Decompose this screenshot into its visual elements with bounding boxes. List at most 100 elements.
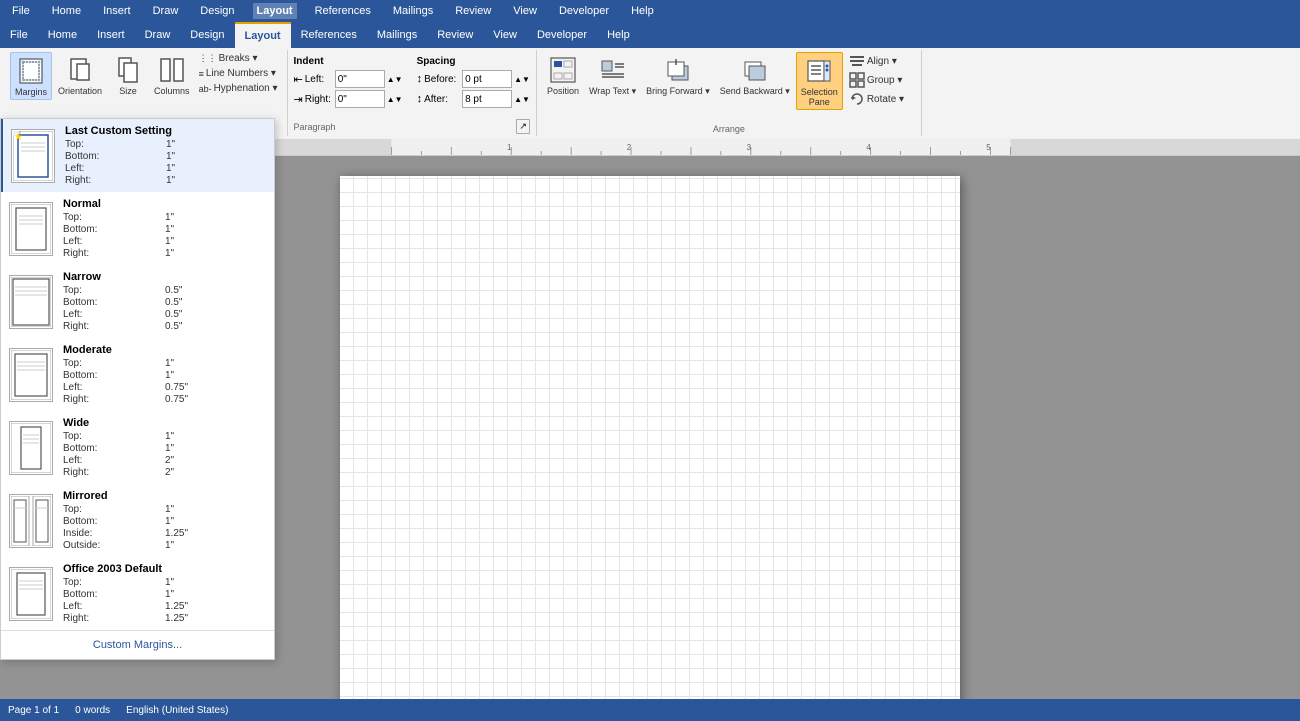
language: English (United States)	[126, 705, 228, 716]
tab-references[interactable]: References	[291, 22, 367, 48]
margin-item-wide[interactable]: Wide Top:1" Bottom:1" Left:2" Right:2"	[1, 411, 274, 484]
margin-text-moderate: Moderate Top:1" Bottom:1" Left:0.75" Rig…	[63, 344, 266, 405]
columns-button[interactable]: Columns	[150, 52, 194, 98]
indent-right-icon: ⇥	[294, 93, 303, 106]
status-bar: Page 1 of 1 0 words English (United Stat…	[0, 699, 1300, 721]
svg-text:3: 3	[747, 142, 752, 151]
indent-right-input[interactable]	[335, 90, 385, 108]
margin-item-mirrored[interactable]: Mirrored Top:1" Bottom:1" Inside:1.25" O…	[1, 484, 274, 557]
send-backward-icon	[739, 54, 771, 86]
margin-text-office2003: Office 2003 Default Top:1" Bottom:1" Lef…	[63, 563, 266, 624]
spacing-section: Spacing ↕ Before: ▲▼ ↕ After: ▲▼	[417, 56, 530, 108]
spacing-before-spinner[interactable]: ▲▼	[514, 75, 530, 84]
send-backward-button[interactable]: Send Backward ▾	[716, 52, 794, 99]
wide-details: Top:1" Bottom:1" Left:2" Right:2"	[63, 431, 266, 478]
tab-draw[interactable]: Draw	[135, 22, 181, 48]
columns-label: Columns	[154, 86, 190, 96]
hyphenation-button[interactable]: ab- Hyphenation ▾	[196, 82, 281, 95]
indent-left-spinner[interactable]: ▲▼	[387, 75, 403, 84]
menu-mailings[interactable]: Mailings	[389, 3, 437, 19]
position-icon	[547, 54, 579, 86]
tab-file[interactable]: File	[0, 22, 38, 48]
selection-pane-button[interactable]: SelectionPane	[796, 52, 843, 110]
ribbon-tabs: File Home Insert Draw Design Layout Refe…	[0, 22, 1300, 48]
margins-button[interactable]: Margins	[10, 52, 52, 100]
paragraph-dialog-launcher[interactable]: ↗	[516, 119, 530, 134]
tab-layout[interactable]: Layout	[235, 22, 291, 48]
margin-item-normal[interactable]: Normal Top:1" Bottom:1" Left:1" Right:1"	[1, 192, 274, 265]
orientation-label: Orientation	[58, 86, 102, 96]
align-button[interactable]: Align ▾	[845, 52, 915, 70]
indent-left-input[interactable]	[335, 70, 385, 88]
margin-item-office2003[interactable]: Office 2003 Default Top:1" Bottom:1" Lef…	[1, 557, 274, 630]
orientation-icon	[64, 54, 96, 86]
spacing-heading: Spacing	[417, 56, 530, 67]
orientation-button[interactable]: Orientation	[54, 52, 106, 98]
menu-developer[interactable]: Developer	[555, 3, 613, 19]
position-button[interactable]: Position	[543, 52, 583, 98]
tab-insert[interactable]: Insert	[87, 22, 135, 48]
menu-view[interactable]: View	[509, 3, 541, 19]
rotate-label: Rotate ▾	[867, 94, 904, 105]
columns-icon	[156, 54, 188, 86]
menu-references[interactable]: References	[311, 3, 375, 19]
wrap-text-button[interactable]: Wrap Text ▾	[585, 52, 640, 99]
group-label: Group ▾	[867, 75, 903, 86]
bring-forward-button[interactable]: Bring Forward ▾	[642, 52, 714, 99]
margin-text-narrow: Narrow Top:0.5" Bottom:0.5" Left:0.5" Ri…	[63, 271, 266, 332]
rotate-button[interactable]: Rotate ▾	[845, 90, 915, 108]
spacing-before-input[interactable]	[462, 70, 512, 88]
menu-help[interactable]: Help	[627, 3, 658, 19]
margins-label: Margins	[15, 87, 47, 97]
line-numbers-button[interactable]: ≡ Line Numbers ▾	[196, 67, 281, 80]
menu-layout[interactable]: Layout	[253, 3, 297, 19]
custom-margins-label: Custom Margins...	[93, 639, 182, 651]
moderate-title: Moderate	[63, 344, 266, 356]
spacing-after-icon: ↕	[417, 93, 423, 105]
margin-icon-normal	[9, 202, 53, 256]
margin-icon-mirrored	[9, 494, 53, 548]
indent-right-spinner[interactable]: ▲▼	[387, 95, 403, 104]
custom-margins-button[interactable]: Custom Margins...	[1, 630, 274, 659]
menu-insert[interactable]: Insert	[99, 3, 135, 19]
margin-icon-narrow	[9, 275, 53, 329]
size-label: Size	[119, 86, 137, 96]
margin-item-last-custom[interactable]: ★ Last Custom Setting Top:1" Bottom:1" L…	[1, 119, 274, 192]
narrow-details: Top:0.5" Bottom:0.5" Left:0.5" Right:0.5…	[63, 285, 266, 332]
line-numbers-label: Line Numbers ▾	[206, 68, 276, 79]
margins-dropdown: ★ Last Custom Setting Top:1" Bottom:1" L…	[0, 118, 275, 660]
group-button[interactable]: Group ▾	[845, 71, 915, 89]
svg-text:2: 2	[627, 142, 632, 151]
spacing-after-spinner[interactable]: ▲▼	[514, 95, 530, 104]
tab-mailings[interactable]: Mailings	[367, 22, 427, 48]
menu-file[interactable]: File	[8, 3, 34, 19]
arrange-small-buttons: Align ▾ Group ▾ Rotate ▾	[845, 52, 915, 122]
menu-home[interactable]: Home	[48, 3, 85, 19]
tab-design[interactable]: Design	[180, 22, 234, 48]
bring-forward-label: Bring Forward ▾	[646, 86, 710, 97]
tab-view[interactable]: View	[483, 22, 527, 48]
margin-text-last-custom: Last Custom Setting Top:1" Bottom:1" Lef…	[65, 125, 266, 186]
paragraph-label: Paragraph	[294, 122, 336, 132]
selection-pane-icon	[803, 55, 835, 87]
size-button[interactable]: Size	[108, 52, 148, 98]
last-custom-details: Top:1" Bottom:1" Left:1" Right:1"	[65, 139, 266, 186]
tab-developer[interactable]: Developer	[527, 22, 597, 48]
tab-review[interactable]: Review	[427, 22, 483, 48]
breaks-button[interactable]: ⋮⋮ Breaks ▾	[196, 52, 281, 65]
menu-draw[interactable]: Draw	[149, 3, 183, 19]
indent-left-icon: ⇤	[294, 73, 303, 86]
tab-home[interactable]: Home	[38, 22, 87, 48]
spacing-after-input[interactable]	[462, 90, 512, 108]
indent-row: Indent ⇤ Left: ▲▼ ⇥ Right: ▲▼	[294, 56, 530, 108]
menu-design[interactable]: Design	[196, 3, 238, 19]
hyphenation-icon: ab-	[199, 84, 212, 94]
menu-review[interactable]: Review	[451, 3, 495, 19]
office2003-details: Top:1" Bottom:1" Left:1.25" Right:1.25"	[63, 577, 266, 624]
margin-text-normal: Normal Top:1" Bottom:1" Left:1" Right:1"	[63, 198, 266, 259]
margin-item-moderate[interactable]: Moderate Top:1" Bottom:1" Left:0.75" Rig…	[1, 338, 274, 411]
margin-icon-last-custom: ★	[11, 129, 55, 183]
tab-help[interactable]: Help	[597, 22, 640, 48]
margin-item-narrow[interactable]: Narrow Top:0.5" Bottom:0.5" Left:0.5" Ri…	[1, 265, 274, 338]
moderate-details: Top:1" Bottom:1" Left:0.75" Right:0.75"	[63, 358, 266, 405]
